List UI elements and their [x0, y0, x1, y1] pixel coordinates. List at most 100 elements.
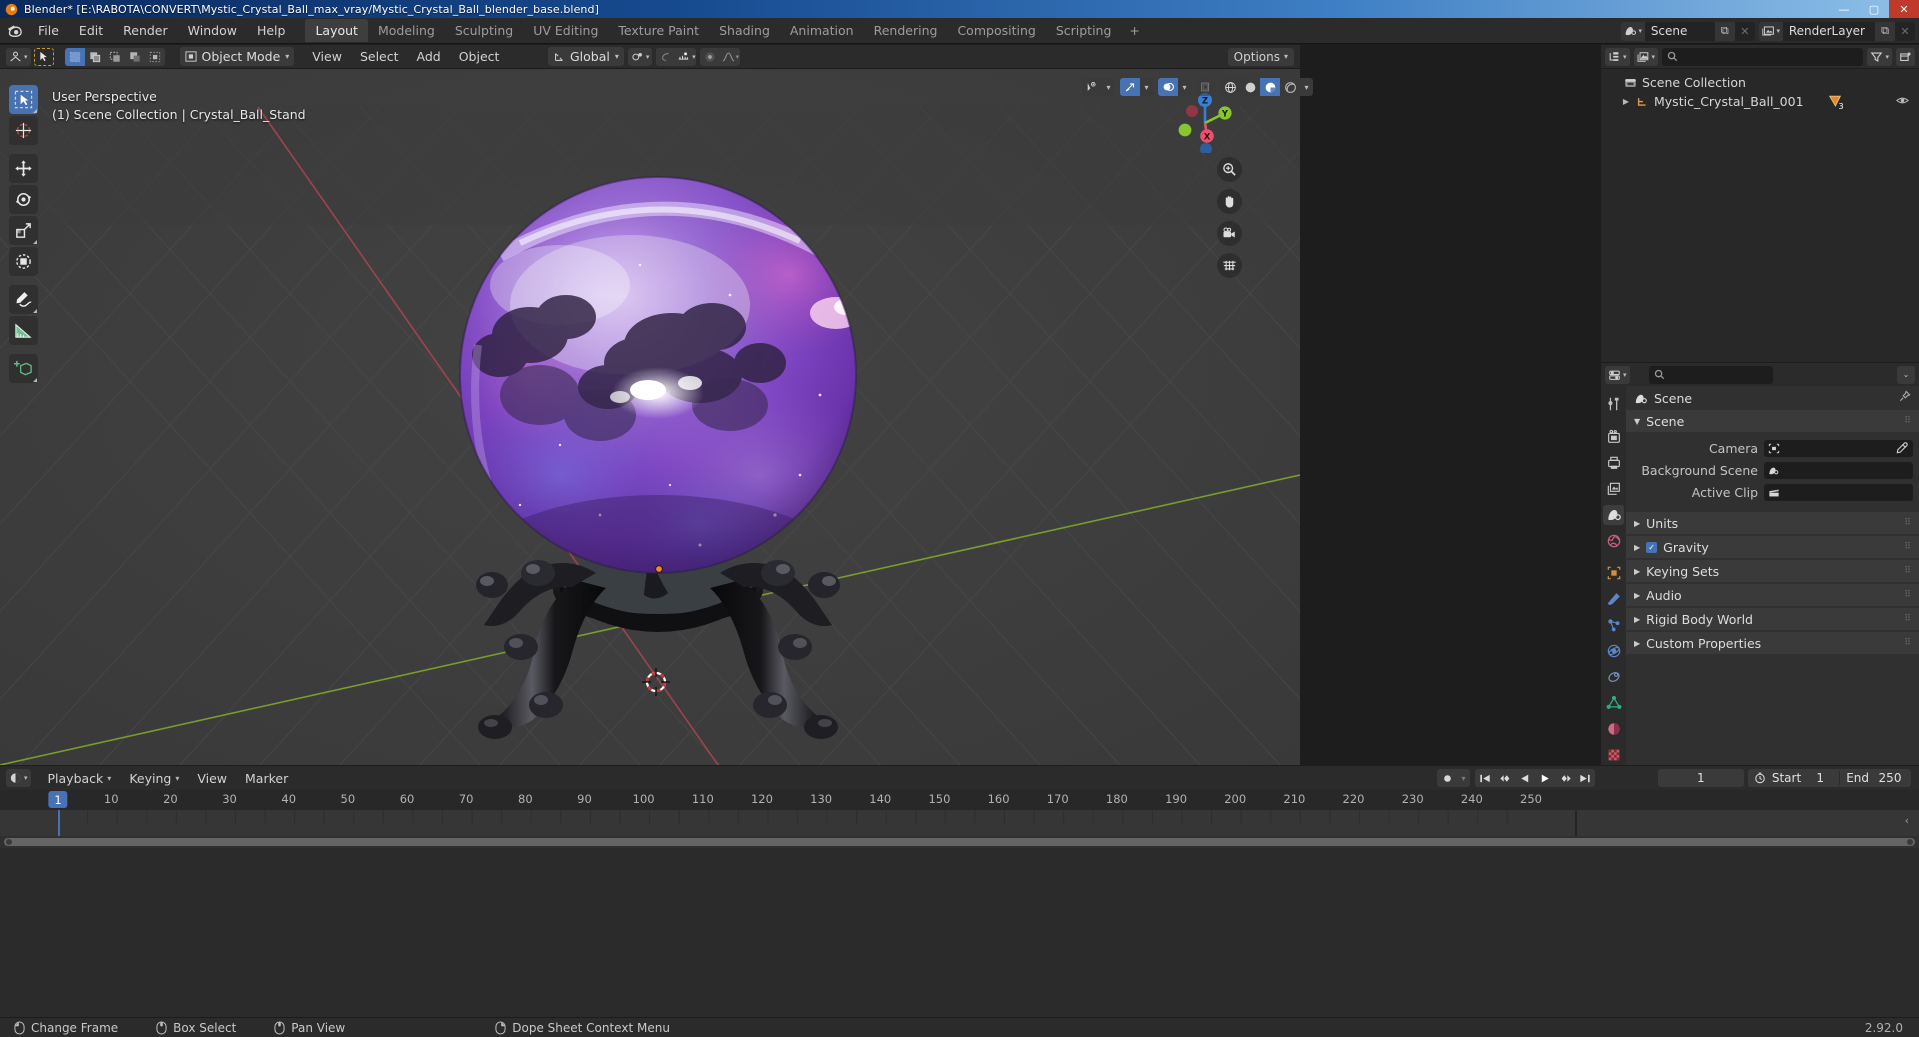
panel-header-keying-sets[interactable]: ▶ Keying Sets ⠿: [1626, 560, 1919, 582]
timeline-ruler[interactable]: 10 20 30 40 50 60 70 80 90 100 110 120 130 140 150 160 1…: [0, 790, 1919, 810]
editor-type-properties-icon[interactable]: ▾: [1605, 365, 1630, 384]
hand-icon[interactable]: [1217, 189, 1242, 214]
pin-icon[interactable]: [1898, 390, 1911, 406]
viewlayer-selector[interactable]: ▾ RenderLayer ⧉ ✕: [1758, 21, 1915, 41]
tab-layout[interactable]: Layout: [305, 19, 368, 42]
shading-material-preview-icon[interactable]: [1260, 78, 1280, 96]
scrollbar-right-handle[interactable]: [1907, 839, 1913, 845]
panel-drag-dots[interactable]: ⠿: [1904, 518, 1912, 528]
menu-edit[interactable]: Edit: [69, 21, 113, 40]
play-button[interactable]: [1535, 769, 1555, 787]
menu-render[interactable]: Render: [113, 21, 178, 40]
new-viewlayer-button[interactable]: ⧉: [1875, 21, 1895, 41]
tab-scene[interactable]: [1603, 504, 1624, 525]
shading-chevron-down-icon[interactable]: ▾: [1300, 78, 1313, 96]
jump-to-end-button[interactable]: [1575, 769, 1595, 787]
outliner-tree[interactable]: Scene Collection ▶ Mystic_Crystal_Ball_0…: [1601, 69, 1919, 362]
timeline-keyframe-area[interactable]: ‹: [0, 810, 1919, 836]
menu-file[interactable]: File: [28, 21, 69, 40]
select-intersect-button[interactable]: [145, 48, 165, 66]
tab-scripting[interactable]: Scripting: [1046, 19, 1122, 42]
falloff-dropdown[interactable]: ▾: [720, 48, 740, 66]
tab-object[interactable]: [1603, 564, 1624, 584]
transform-orientation-dropdown[interactable]: Global ▾: [548, 47, 624, 66]
zoom-icon[interactable]: [1217, 157, 1242, 182]
blender-logo-icon[interactable]: [0, 23, 28, 38]
expand-triangle-icon[interactable]: ▶: [1621, 97, 1631, 106]
viewport-menu-select[interactable]: Select: [351, 47, 408, 66]
object-visibility-icon[interactable]: [1082, 78, 1102, 96]
xray-toggle-icon[interactable]: [1196, 78, 1215, 96]
tab-animation[interactable]: Animation: [780, 19, 864, 42]
current-frame-field[interactable]: 1: [1657, 769, 1744, 787]
shading-rendered-icon[interactable]: [1280, 78, 1300, 96]
select-set-button[interactable]: [64, 47, 85, 66]
maximize-button[interactable]: ▢: [1859, 0, 1889, 18]
scrollbar-left-handle[interactable]: [6, 839, 12, 845]
tab-shading[interactable]: Shading: [709, 19, 780, 42]
playhead-line[interactable]: [58, 810, 60, 836]
active-tool-indicator[interactable]: [33, 47, 54, 66]
outliner-search-input[interactable]: [1662, 47, 1864, 66]
tab-texture-paint[interactable]: Texture Paint: [608, 19, 709, 42]
outliner-row-scene-collection[interactable]: Scene Collection: [1601, 73, 1919, 92]
next-keyframe-button[interactable]: [1555, 769, 1575, 787]
timeline-editor[interactable]: ▾ Playback ▾ Keying ▾ View Marker ▾ 1 St…: [0, 766, 1919, 1017]
tab-particles[interactable]: [1603, 615, 1624, 635]
tab-modeling[interactable]: Modeling: [368, 19, 445, 42]
tab-constraints[interactable]: [1603, 667, 1624, 687]
shading-solid-icon[interactable]: [1240, 78, 1260, 96]
cursor-tool[interactable]: [9, 116, 38, 145]
end-frame-value[interactable]: 250: [1875, 771, 1905, 785]
tab-rendering[interactable]: Rendering: [864, 19, 948, 42]
show-overlays-icon[interactable]: [1158, 78, 1178, 96]
use-preview-range-icon[interactable]: [1754, 772, 1766, 784]
proportional-toggle[interactable]: [700, 48, 720, 66]
tab-world[interactable]: [1603, 531, 1624, 551]
tab-sculpting[interactable]: Sculpting: [445, 19, 523, 42]
panel-header-gravity[interactable]: ▶ ✓ Gravity ⠿: [1626, 536, 1919, 558]
record-icon[interactable]: [1437, 769, 1457, 787]
pivot-point-dropdown[interactable]: ▾: [627, 47, 653, 66]
prop-field-camera[interactable]: [1764, 439, 1913, 457]
gizmo-chevron-down-icon[interactable]: ▾: [1140, 78, 1153, 96]
new-collection-icon[interactable]: [1896, 47, 1915, 66]
select-subtract-button[interactable]: [105, 48, 125, 66]
panel-drag-dots[interactable]: ⠿: [1904, 614, 1912, 624]
tab-uv-editing[interactable]: UV Editing: [523, 19, 608, 42]
panel-header-rigid-body-world[interactable]: ▶ Rigid Body World ⠿: [1626, 608, 1919, 630]
properties-search-input[interactable]: [1648, 365, 1773, 384]
options-dropdown[interactable]: Options ▾: [1227, 47, 1294, 66]
show-gizmo-icon[interactable]: [1120, 78, 1140, 96]
outliner-display-mode-dropdown[interactable]: ▾: [1633, 47, 1659, 66]
add-workspace-button[interactable]: +: [1121, 19, 1147, 42]
panel-drag-dots[interactable]: ⠿: [1904, 590, 1912, 600]
outliner-editor[interactable]: ▾ ▾ ▾ Scene Collection ▶ Mystic_Crystal_…: [1601, 45, 1919, 362]
viewport-menu-object[interactable]: Object: [450, 47, 509, 66]
minimize-button[interactable]: —: [1829, 0, 1859, 18]
visibility-chevron-down-icon[interactable]: ▾: [1102, 78, 1115, 96]
panel-header-scene[interactable]: ▼ Scene ⠿: [1626, 410, 1919, 432]
tab-modifiers[interactable]: [1603, 589, 1624, 609]
gravity-checkbox[interactable]: ✓: [1646, 541, 1658, 553]
tab-material[interactable]: [1603, 719, 1624, 739]
jump-to-start-button[interactable]: [1475, 769, 1495, 787]
properties-editor[interactable]: ▾ ⌄ Scene ▼ Scene ⠿ Camera Background Sc…: [1601, 363, 1919, 765]
tab-view-layer[interactable]: [1603, 479, 1624, 499]
measure-tool[interactable]: [9, 316, 38, 345]
tab-render[interactable]: [1603, 427, 1624, 447]
scale-tool[interactable]: [9, 216, 38, 245]
move-tool[interactable]: [9, 154, 38, 183]
rotate-tool[interactable]: [9, 185, 38, 214]
select-extend-button[interactable]: [85, 48, 105, 66]
proportional-edit-button[interactable]: [656, 48, 676, 66]
start-frame-value[interactable]: 1: [1807, 771, 1833, 785]
panel-header-custom-properties[interactable]: ▶ Custom Properties ⠿: [1626, 632, 1919, 654]
editor-type-3dview-icon[interactable]: ▾: [6, 47, 31, 66]
snap-magnet-icon[interactable]: ▾: [676, 48, 696, 66]
editor-type-outliner-icon[interactable]: ▾: [1605, 47, 1630, 66]
shading-wireframe-icon[interactable]: [1220, 78, 1240, 96]
tab-output[interactable]: [1603, 453, 1624, 473]
outliner-row-mystic-crystal-ball[interactable]: ▶ Mystic_Crystal_Ball_001 3: [1601, 92, 1919, 111]
new-scene-button[interactable]: ⧉: [1714, 21, 1735, 41]
